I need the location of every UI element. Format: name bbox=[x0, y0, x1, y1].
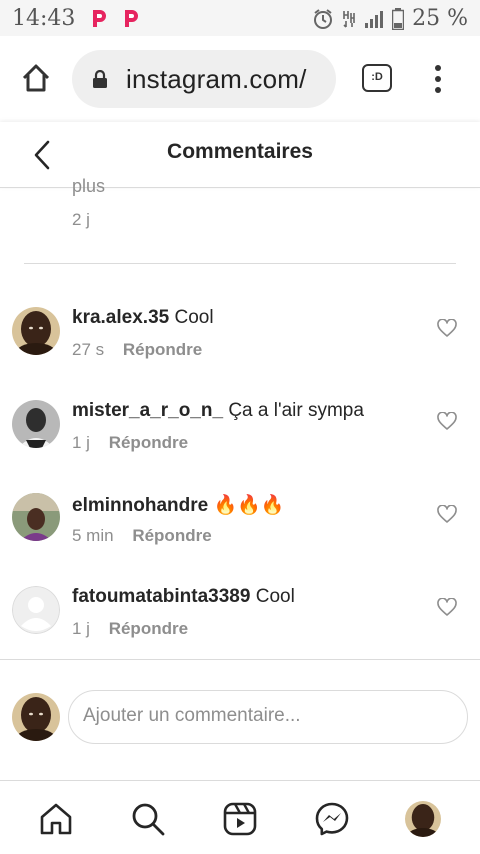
comment-text: mister_a_r_o_n_ Ça a l'air sympa bbox=[72, 400, 364, 422]
comment-item: elminnohandre 🔥🔥🔥 5 min Répondre bbox=[0, 493, 480, 573]
comment-username[interactable]: kra.alex.35 bbox=[72, 307, 169, 328]
heart-icon[interactable] bbox=[437, 598, 457, 616]
comment-text: kra.alex.35 Cool bbox=[72, 307, 214, 329]
comment-username[interactable]: mister_a_r_o_n_ bbox=[72, 400, 223, 421]
lock-icon bbox=[93, 70, 107, 88]
divider bbox=[0, 659, 480, 660]
heart-icon[interactable] bbox=[437, 412, 457, 430]
battery-percent: 25 % bbox=[412, 6, 468, 31]
profile-avatar[interactable] bbox=[405, 801, 441, 837]
network-type-icon bbox=[343, 10, 355, 28]
comment-meta: 1 j Répondre bbox=[72, 433, 188, 453]
alarm-icon bbox=[314, 8, 333, 29]
url-text: instagram.com/ bbox=[126, 64, 307, 94]
more-link[interactable]: plus bbox=[72, 176, 105, 198]
home-icon[interactable] bbox=[20, 62, 52, 94]
comment-input[interactable] bbox=[83, 705, 453, 727]
comment-body: Cool bbox=[255, 586, 295, 607]
avatar[interactable] bbox=[12, 400, 60, 448]
heart-icon[interactable] bbox=[437, 505, 457, 523]
reply-button[interactable]: Répondre bbox=[109, 433, 188, 452]
reels-icon[interactable] bbox=[222, 801, 258, 837]
reply-button[interactable]: Répondre bbox=[109, 619, 188, 638]
default-avatar[interactable] bbox=[12, 586, 60, 634]
tab-switcher-button[interactable]: :D bbox=[362, 64, 392, 92]
bottom-nav bbox=[0, 780, 480, 854]
comment-text: fatoumatabinta3389 Cool bbox=[72, 586, 295, 608]
comment-body: 🔥🔥🔥 bbox=[213, 495, 285, 516]
comment-time: 1 j bbox=[72, 619, 90, 638]
comment-text: elminnohandre 🔥🔥🔥 bbox=[72, 493, 284, 517]
heart-icon[interactable] bbox=[437, 319, 457, 337]
battery-icon bbox=[392, 7, 405, 30]
reply-button[interactable]: Répondre bbox=[132, 526, 211, 545]
signal-icon bbox=[365, 10, 384, 28]
avatar[interactable] bbox=[12, 307, 60, 355]
browser-toolbar: instagram.com/ :D bbox=[0, 36, 480, 122]
address-bar[interactable]: instagram.com/ bbox=[72, 50, 336, 108]
comment-meta: 1 j Répondre bbox=[72, 619, 188, 639]
comment-time: 1 j bbox=[72, 433, 90, 452]
comment-body: Ça a l'air sympa bbox=[228, 400, 364, 421]
pocket-casts-icon bbox=[93, 10, 106, 27]
divider bbox=[24, 263, 456, 264]
page-title: Commentaires bbox=[167, 140, 313, 163]
comment-username[interactable]: elminnohandre bbox=[72, 495, 208, 516]
comment-time: 2 j bbox=[72, 210, 90, 229]
pocket-casts-icon bbox=[125, 10, 138, 27]
comment-item: mister_a_r_o_n_ Ça a l'air sympa 1 j Rép… bbox=[0, 400, 480, 480]
comment-username[interactable]: fatoumatabinta3389 bbox=[72, 586, 250, 607]
comment-item: fatoumatabinta3389 Cool 1 j Répondre bbox=[0, 586, 480, 666]
comment-meta: 27 s Répondre bbox=[72, 340, 202, 360]
search-icon[interactable] bbox=[130, 801, 166, 837]
messenger-icon[interactable] bbox=[314, 801, 350, 837]
home-icon[interactable] bbox=[38, 801, 74, 837]
status-time: 14:43 bbox=[12, 6, 76, 31]
comment-compose-box[interactable] bbox=[68, 690, 468, 744]
my-avatar bbox=[12, 693, 60, 741]
comment-item: kra.alex.35 Cool 27 s Répondre bbox=[0, 307, 480, 387]
comment-time: 5 min bbox=[72, 526, 114, 545]
avatar[interactable] bbox=[12, 493, 60, 541]
comment-time: 27 s bbox=[72, 340, 105, 359]
reply-button[interactable]: Répondre bbox=[123, 340, 202, 359]
status-bar: 14:43 25 % bbox=[0, 0, 480, 36]
more-menu-icon[interactable] bbox=[430, 64, 446, 94]
comment-meta: 5 min Répondre bbox=[72, 526, 212, 546]
comment-body: Cool bbox=[174, 307, 214, 328]
